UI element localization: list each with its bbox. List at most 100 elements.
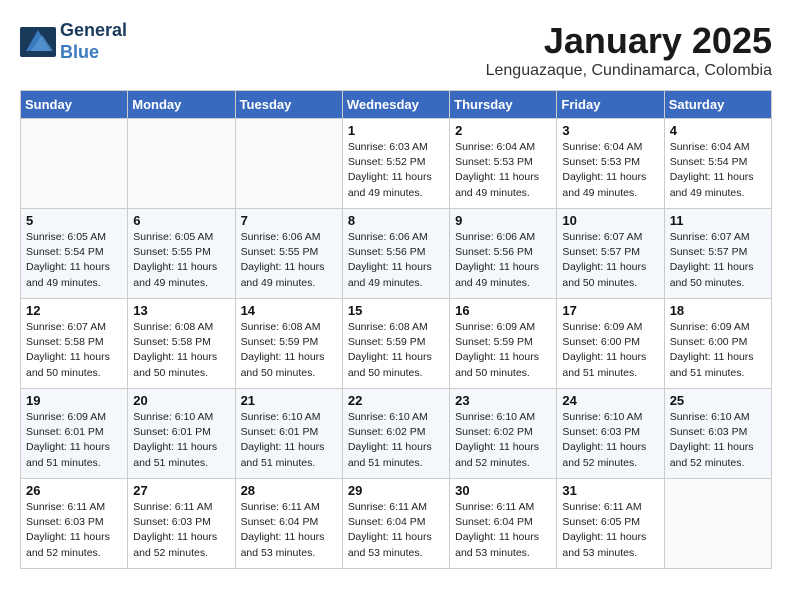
day-number: 24 bbox=[562, 393, 658, 408]
calendar-cell: 3 Sunrise: 6:04 AM Sunset: 5:53 PM Daylig… bbox=[557, 119, 664, 209]
day-info: Sunrise: 6:10 AM Sunset: 6:01 PM Dayligh… bbox=[133, 410, 229, 471]
calendar-cell: 11 Sunrise: 6:07 AM Sunset: 5:57 PM Dayli… bbox=[664, 209, 771, 299]
day-number: 16 bbox=[455, 303, 551, 318]
weekday-header-monday: Monday bbox=[128, 91, 235, 119]
calendar-cell: 31 Sunrise: 6:11 AM Sunset: 6:05 PM Dayli… bbox=[557, 479, 664, 569]
day-number: 22 bbox=[348, 393, 444, 408]
day-info: Sunrise: 6:07 AM Sunset: 5:57 PM Dayligh… bbox=[562, 230, 658, 291]
day-info: Sunrise: 6:09 AM Sunset: 6:00 PM Dayligh… bbox=[670, 320, 766, 381]
day-number: 9 bbox=[455, 213, 551, 228]
day-number: 27 bbox=[133, 483, 229, 498]
day-number: 30 bbox=[455, 483, 551, 498]
day-number: 11 bbox=[670, 213, 766, 228]
day-number: 17 bbox=[562, 303, 658, 318]
logo-icon bbox=[20, 27, 56, 57]
weekday-header-friday: Friday bbox=[557, 91, 664, 119]
day-number: 25 bbox=[670, 393, 766, 408]
day-info: Sunrise: 6:11 AM Sunset: 6:03 PM Dayligh… bbox=[26, 500, 122, 561]
day-info: Sunrise: 6:08 AM Sunset: 5:59 PM Dayligh… bbox=[241, 320, 337, 381]
day-info: Sunrise: 6:10 AM Sunset: 6:03 PM Dayligh… bbox=[670, 410, 766, 471]
calendar-table: SundayMondayTuesdayWednesdayThursdayFrid… bbox=[20, 90, 772, 569]
day-number: 6 bbox=[133, 213, 229, 228]
day-info: Sunrise: 6:10 AM Sunset: 6:02 PM Dayligh… bbox=[348, 410, 444, 471]
calendar-cell: 18 Sunrise: 6:09 AM Sunset: 6:00 PM Dayli… bbox=[664, 299, 771, 389]
day-info: Sunrise: 6:10 AM Sunset: 6:03 PM Dayligh… bbox=[562, 410, 658, 471]
day-info: Sunrise: 6:05 AM Sunset: 5:55 PM Dayligh… bbox=[133, 230, 229, 291]
calendar-week-2: 5 Sunrise: 6:05 AM Sunset: 5:54 PM Daylig… bbox=[21, 209, 772, 299]
calendar-cell: 23Sunrise: 6:10 AM Sunset: 6:02 PM Dayli… bbox=[450, 389, 557, 479]
day-number: 20 bbox=[133, 393, 229, 408]
day-number: 5 bbox=[26, 213, 122, 228]
calendar-cell: 28 Sunrise: 6:11 AM Sunset: 6:04 PM Dayli… bbox=[235, 479, 342, 569]
day-info: Sunrise: 6:06 AM Sunset: 5:56 PM Dayligh… bbox=[455, 230, 551, 291]
calendar-cell: 16 Sunrise: 6:09 AM Sunset: 5:59 PM Dayli… bbox=[450, 299, 557, 389]
location-title: Lenguazaque, Cundinamarca, Colombia bbox=[486, 62, 772, 80]
day-number: 2 bbox=[455, 123, 551, 138]
calendar-cell: 30 Sunrise: 6:11 AM Sunset: 6:04 PM Dayli… bbox=[450, 479, 557, 569]
day-number: 10 bbox=[562, 213, 658, 228]
day-info: Sunrise: 6:11 AM Sunset: 6:05 PM Dayligh… bbox=[562, 500, 658, 561]
day-number: 13 bbox=[133, 303, 229, 318]
logo-line1: General bbox=[60, 20, 127, 42]
calendar-cell: 12 Sunrise: 6:07 AM Sunset: 5:58 PM Dayli… bbox=[21, 299, 128, 389]
calendar-cell: 20 Sunrise: 6:10 AM Sunset: 6:01 PM Dayli… bbox=[128, 389, 235, 479]
calendar-cell: 19Sunrise: 6:09 AM Sunset: 6:01 PM Dayli… bbox=[21, 389, 128, 479]
calendar-cell: 13 Sunrise: 6:08 AM Sunset: 5:58 PM Dayli… bbox=[128, 299, 235, 389]
calendar-cell: 1Sunrise: 6:03 AM Sunset: 5:52 PM Daylig… bbox=[342, 119, 449, 209]
day-info: Sunrise: 6:05 AM Sunset: 5:54 PM Dayligh… bbox=[26, 230, 122, 291]
day-info: Sunrise: 6:06 AM Sunset: 5:56 PM Dayligh… bbox=[348, 230, 444, 291]
day-number: 28 bbox=[241, 483, 337, 498]
calendar-cell: 4 Sunrise: 6:04 AM Sunset: 5:54 PM Daylig… bbox=[664, 119, 771, 209]
day-info: Sunrise: 6:08 AM Sunset: 5:59 PM Dayligh… bbox=[348, 320, 444, 381]
page-header: General Blue January 2025 Lenguazaque, C… bbox=[20, 20, 772, 80]
calendar-cell: 2 Sunrise: 6:04 AM Sunset: 5:53 PM Daylig… bbox=[450, 119, 557, 209]
calendar-cell bbox=[21, 119, 128, 209]
calendar-cell: 17 Sunrise: 6:09 AM Sunset: 6:00 PM Dayli… bbox=[557, 299, 664, 389]
calendar-cell: 5 Sunrise: 6:05 AM Sunset: 5:54 PM Daylig… bbox=[21, 209, 128, 299]
calendar-cell bbox=[128, 119, 235, 209]
calendar-cell bbox=[664, 479, 771, 569]
calendar-cell: 21 Sunrise: 6:10 AM Sunset: 6:01 PM Dayli… bbox=[235, 389, 342, 479]
day-info: Sunrise: 6:10 AM Sunset: 6:02 PM Dayligh… bbox=[455, 410, 551, 471]
calendar-cell bbox=[235, 119, 342, 209]
day-number: 8 bbox=[348, 213, 444, 228]
logo-line2: Blue bbox=[60, 42, 99, 62]
day-info: Sunrise: 6:04 AM Sunset: 5:54 PM Dayligh… bbox=[670, 140, 766, 201]
month-title: January 2025 bbox=[486, 20, 772, 62]
day-number: 31 bbox=[562, 483, 658, 498]
calendar-cell: 27Sunrise: 6:11 AM Sunset: 6:03 PM Dayli… bbox=[128, 479, 235, 569]
calendar-cell: 9 Sunrise: 6:06 AM Sunset: 5:56 PM Daylig… bbox=[450, 209, 557, 299]
title-block: January 2025 Lenguazaque, Cundinamarca, … bbox=[486, 20, 772, 80]
day-info: Sunrise: 6:11 AM Sunset: 6:04 PM Dayligh… bbox=[241, 500, 337, 561]
calendar-cell: 26Sunrise: 6:11 AM Sunset: 6:03 PM Dayli… bbox=[21, 479, 128, 569]
day-info: Sunrise: 6:07 AM Sunset: 5:57 PM Dayligh… bbox=[670, 230, 766, 291]
day-number: 19 bbox=[26, 393, 122, 408]
day-info: Sunrise: 6:08 AM Sunset: 5:58 PM Dayligh… bbox=[133, 320, 229, 381]
day-info: Sunrise: 6:11 AM Sunset: 6:04 PM Dayligh… bbox=[455, 500, 551, 561]
calendar-cell: 7Sunrise: 6:06 AM Sunset: 5:55 PM Daylig… bbox=[235, 209, 342, 299]
calendar-week-4: 19Sunrise: 6:09 AM Sunset: 6:01 PM Dayli… bbox=[21, 389, 772, 479]
day-number: 12 bbox=[26, 303, 122, 318]
calendar-cell: 6 Sunrise: 6:05 AM Sunset: 5:55 PM Daylig… bbox=[128, 209, 235, 299]
day-info: Sunrise: 6:07 AM Sunset: 5:58 PM Dayligh… bbox=[26, 320, 122, 381]
day-number: 4 bbox=[670, 123, 766, 138]
day-info: Sunrise: 6:09 AM Sunset: 6:00 PM Dayligh… bbox=[562, 320, 658, 381]
calendar-cell: 22 Sunrise: 6:10 AM Sunset: 6:02 PM Dayli… bbox=[342, 389, 449, 479]
weekday-header-wednesday: Wednesday bbox=[342, 91, 449, 119]
day-info: Sunrise: 6:10 AM Sunset: 6:01 PM Dayligh… bbox=[241, 410, 337, 471]
day-info: Sunrise: 6:04 AM Sunset: 5:53 PM Dayligh… bbox=[455, 140, 551, 201]
calendar-week-5: 26Sunrise: 6:11 AM Sunset: 6:03 PM Dayli… bbox=[21, 479, 772, 569]
weekday-header-saturday: Saturday bbox=[664, 91, 771, 119]
calendar-cell: 24 Sunrise: 6:10 AM Sunset: 6:03 PM Dayli… bbox=[557, 389, 664, 479]
day-info: Sunrise: 6:09 AM Sunset: 5:59 PM Dayligh… bbox=[455, 320, 551, 381]
calendar-cell: 25 Sunrise: 6:10 AM Sunset: 6:03 PM Dayli… bbox=[664, 389, 771, 479]
day-number: 21 bbox=[241, 393, 337, 408]
day-info: Sunrise: 6:06 AM Sunset: 5:55 PM Dayligh… bbox=[241, 230, 337, 291]
day-number: 15 bbox=[348, 303, 444, 318]
day-number: 18 bbox=[670, 303, 766, 318]
weekday-header-row: SundayMondayTuesdayWednesdayThursdayFrid… bbox=[21, 91, 772, 119]
weekday-header-tuesday: Tuesday bbox=[235, 91, 342, 119]
day-info: Sunrise: 6:04 AM Sunset: 5:53 PM Dayligh… bbox=[562, 140, 658, 201]
day-number: 3 bbox=[562, 123, 658, 138]
calendar-cell: 10 Sunrise: 6:07 AM Sunset: 5:57 PM Dayli… bbox=[557, 209, 664, 299]
